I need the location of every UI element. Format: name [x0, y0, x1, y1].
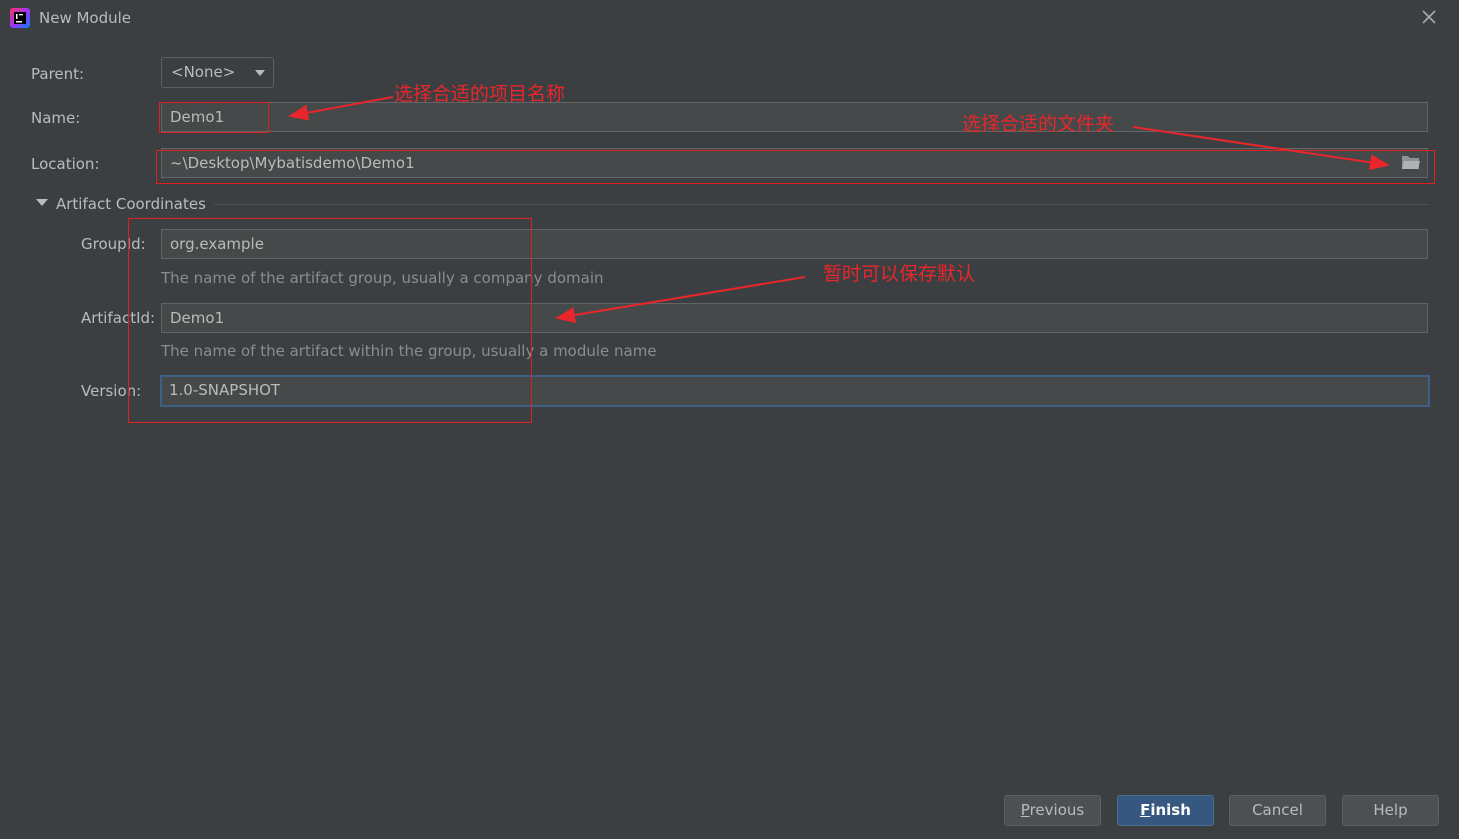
section-title[interactable]: Artifact Coordinates [56, 195, 206, 213]
close-icon[interactable] [1418, 6, 1440, 28]
previous-button[interactable]: Previous [1004, 795, 1101, 826]
name-annotation: 选择合适的项目名称 [394, 83, 566, 105]
location-label: Location: [31, 155, 100, 173]
finish-mnemonic: F [1140, 801, 1151, 819]
parent-value: <None> [171, 63, 236, 81]
name-label: Name: [31, 109, 81, 127]
finish-label: inish [1150, 801, 1191, 819]
artifact-highlight-box [128, 218, 532, 423]
artifact-annotation: 暂时可以保存默认 [823, 263, 976, 285]
parent-dropdown[interactable]: <None> [161, 57, 274, 88]
name-highlight-box [159, 102, 269, 133]
chevron-down-icon [255, 70, 265, 76]
intellij-icon [10, 8, 30, 28]
section-expand-icon[interactable] [36, 199, 48, 206]
previous-mnemonic: P [1020, 801, 1030, 819]
location-highlight-box [156, 150, 1435, 184]
cancel-button[interactable]: Cancel [1229, 795, 1326, 826]
finish-button[interactable]: Finish [1117, 795, 1214, 826]
parent-label: Parent: [31, 65, 85, 83]
section-divider [214, 204, 1428, 205]
name-input[interactable]: Demo1 [161, 102, 1428, 132]
location-annotation: 选择合适的文件夹 [962, 113, 1115, 135]
previous-label: revious [1029, 801, 1085, 819]
window-title: New Module [39, 9, 132, 27]
title-bar [0, 0, 1459, 38]
help-button[interactable]: Help [1342, 795, 1439, 826]
